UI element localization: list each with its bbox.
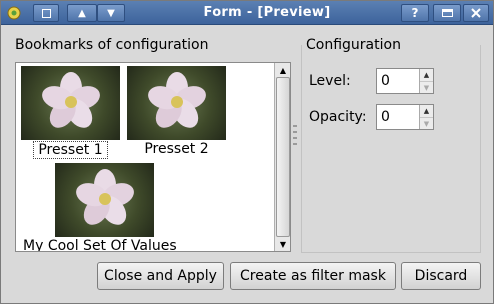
scroll-down-icon[interactable]: ▼ bbox=[275, 237, 290, 251]
color-picker-icon[interactable] bbox=[6, 5, 22, 21]
opacity-spin-buttons[interactable]: ▲ ▼ bbox=[419, 105, 433, 129]
configuration-group-title: Configuration bbox=[306, 37, 401, 53]
list-item-label: Presset 1 bbox=[33, 141, 108, 159]
list-item[interactable]: Presset 1 bbox=[21, 66, 120, 159]
flower-thumbnail bbox=[127, 66, 226, 140]
close-button[interactable] bbox=[463, 4, 489, 22]
bookmarks-list[interactable]: Presset 1 Presset 2 My Cool Set Of Value… bbox=[15, 62, 291, 252]
bookmarks-group-title: Bookmarks of configuration bbox=[15, 37, 209, 53]
vertical-scrollbar[interactable]: ▲ ▼ bbox=[274, 63, 290, 251]
dialog-window: ▲ ▼ Form - [Preview] ? Bookmarks of conf… bbox=[0, 0, 494, 304]
flower-thumbnail bbox=[55, 163, 154, 237]
window-menu-icon bbox=[41, 8, 51, 18]
shade-up-icon: ▲ bbox=[78, 7, 86, 19]
scrollbar-thumb[interactable] bbox=[276, 77, 290, 237]
maximize-button[interactable] bbox=[433, 4, 461, 22]
scroll-up-icon[interactable]: ▲ bbox=[275, 63, 290, 77]
flower-thumbnail bbox=[21, 66, 120, 140]
list-item-label: Presset 2 bbox=[144, 141, 209, 157]
opacity-label: Opacity: bbox=[309, 109, 367, 125]
list-item[interactable]: Presset 2 bbox=[127, 66, 226, 157]
opacity-spinbox[interactable]: 0 ▲ ▼ bbox=[376, 104, 434, 130]
create-filter-mask-button[interactable]: Create as filter mask bbox=[230, 262, 396, 290]
keep-below-button[interactable]: ▼ bbox=[97, 4, 125, 22]
help-icon: ? bbox=[411, 6, 419, 20]
level-value: 0 bbox=[381, 73, 390, 89]
spin-up-icon[interactable]: ▲ bbox=[420, 105, 433, 117]
close-and-apply-button[interactable]: Close and Apply bbox=[97, 262, 224, 290]
spin-up-icon[interactable]: ▲ bbox=[420, 69, 433, 81]
opacity-value: 0 bbox=[381, 109, 390, 125]
level-spinbox[interactable]: 0 ▲ ▼ bbox=[376, 68, 434, 94]
help-button[interactable]: ? bbox=[401, 4, 429, 22]
level-label: Level: bbox=[309, 73, 351, 89]
spin-down-icon[interactable]: ▼ bbox=[420, 81, 433, 93]
list-item-label: My Cool Set Of Values bbox=[23, 238, 177, 252]
window-title: Form - [Preview] bbox=[203, 5, 331, 20]
level-spin-buttons[interactable]: ▲ ▼ bbox=[419, 69, 433, 93]
shade-button[interactable]: ▲ bbox=[67, 4, 97, 22]
list-item[interactable]: My Cool Set Of Values bbox=[21, 163, 191, 252]
window-menu-button[interactable] bbox=[33, 4, 59, 22]
down-arrow-icon: ▼ bbox=[107, 7, 115, 19]
close-icon bbox=[471, 8, 481, 18]
splitter-handle[interactable] bbox=[292, 121, 298, 181]
discard-button[interactable]: Discard bbox=[401, 262, 481, 290]
title-bar[interactable]: ▲ ▼ Form - [Preview] ? bbox=[1, 1, 493, 25]
maximize-icon bbox=[441, 9, 453, 17]
spin-down-icon[interactable]: ▼ bbox=[420, 117, 433, 129]
